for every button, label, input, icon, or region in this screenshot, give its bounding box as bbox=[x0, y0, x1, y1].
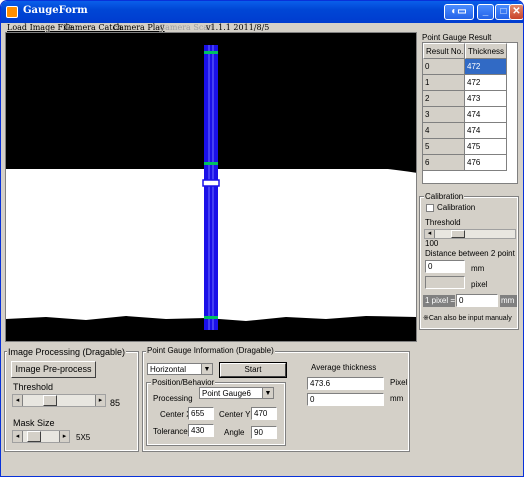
title-bar[interactable]: GaugeForm ◐▭ _ □ ✕ bbox=[1, 1, 523, 23]
table-row-no[interactable]: 6 bbox=[423, 155, 465, 171]
table-row-thickness[interactable]: 475 bbox=[465, 139, 507, 155]
gauge-result-title: Point Gauge Result bbox=[422, 33, 492, 42]
table-row-thickness[interactable]: 476 bbox=[465, 155, 507, 171]
calibration-checkbox-label: Calibration bbox=[437, 203, 476, 212]
image-view[interactable] bbox=[5, 32, 417, 342]
avg-mm-unit: mm bbox=[390, 394, 404, 403]
table-row-no[interactable]: 0 bbox=[423, 59, 465, 75]
avg-thickness-pixel-field[interactable]: 473.6 bbox=[307, 377, 384, 390]
menu-camera-play[interactable]: Camera Play bbox=[113, 23, 165, 32]
distance-input[interactable]: 0 bbox=[425, 260, 465, 273]
calibration-checkbox[interactable] bbox=[426, 204, 434, 212]
pixel-unit-label: pixel bbox=[471, 280, 488, 289]
ip-threshold-value: 85 bbox=[110, 398, 121, 408]
cal-threshold-value: 100 bbox=[425, 239, 439, 248]
pixel-mm-unit: mm bbox=[500, 295, 517, 307]
orientation-value: Horizontal bbox=[150, 365, 187, 374]
slider-left-arrow-icon[interactable]: ◂ bbox=[425, 230, 435, 238]
avg-pixel-unit: Pixel bbox=[390, 378, 408, 387]
cal-threshold-label: Threshold bbox=[425, 218, 461, 227]
pixel-mm-input[interactable]: 0 bbox=[456, 294, 498, 307]
point-gauge-bar bbox=[204, 45, 218, 330]
window-title: GaugeForm bbox=[23, 5, 88, 16]
col-header-thickness[interactable]: Thickness bbox=[465, 43, 507, 59]
slider-thumb[interactable] bbox=[451, 230, 465, 238]
table-row-thickness[interactable]: 474 bbox=[465, 107, 507, 123]
avg-thickness-mm-field[interactable]: 0 bbox=[307, 393, 384, 406]
slider-right-arrow-icon[interactable]: ▸ bbox=[95, 395, 105, 406]
pixel-equals-label: 1 pixel = bbox=[423, 295, 456, 307]
calibration-title: Calibration bbox=[424, 192, 465, 201]
version-label: v1.1.1 2011/8/5 bbox=[206, 23, 270, 32]
image-preprocess-button[interactable]: Image Pre-process bbox=[11, 361, 96, 378]
pixel-distance-field bbox=[425, 276, 465, 289]
gauge-form-window: GaugeForm ◐▭ _ □ ✕ Load Image File Camer… bbox=[0, 0, 524, 477]
chevron-down-icon[interactable]: ▼ bbox=[201, 364, 212, 374]
orientation-select[interactable]: Horizontal ▼ bbox=[147, 363, 213, 375]
col-header-no[interactable]: Result No. bbox=[423, 43, 465, 59]
slider-thumb[interactable] bbox=[27, 431, 41, 442]
chevron-down-icon[interactable]: ▼ bbox=[262, 388, 273, 398]
table-row-thickness[interactable]: 473 bbox=[465, 91, 507, 107]
app-icon bbox=[6, 6, 18, 18]
table-row-no[interactable]: 2 bbox=[423, 91, 465, 107]
centery-label: Center Y bbox=[219, 410, 251, 419]
table-row-thickness[interactable]: 472 bbox=[465, 75, 507, 91]
help-icon[interactable]: ◐▭ bbox=[444, 4, 474, 20]
slider-right-arrow-icon[interactable]: ▸ bbox=[59, 431, 69, 442]
point-gauge-title: Point Gauge Information (Dragable) bbox=[146, 346, 275, 355]
table-row-no[interactable]: 1 bbox=[423, 75, 465, 91]
ip-threshold-slider[interactable]: ◂ ▸ bbox=[12, 394, 106, 407]
processing-value: Point Gauge6 bbox=[202, 389, 251, 398]
distance-label: Distance between 2 point bbox=[425, 249, 515, 258]
slider-left-arrow-icon[interactable]: ◂ bbox=[13, 395, 23, 406]
slider-thumb[interactable] bbox=[43, 395, 57, 406]
tolerance-input[interactable]: 430 bbox=[188, 424, 214, 437]
cal-threshold-slider[interactable]: ◂ bbox=[424, 229, 516, 239]
table-row-thickness[interactable]: 474 bbox=[465, 123, 507, 139]
centerx-input[interactable]: 655 bbox=[188, 407, 214, 420]
distance-unit: mm bbox=[471, 264, 485, 273]
angle-label: Angle bbox=[224, 428, 245, 437]
mask-size-slider[interactable]: ◂ ▸ bbox=[12, 430, 70, 443]
table-row-thickness[interactable]: 472 bbox=[465, 59, 507, 75]
gauge-marker bbox=[204, 51, 218, 54]
angle-input[interactable]: 90 bbox=[251, 426, 277, 439]
tolerance-label: Tolerance bbox=[153, 427, 188, 436]
start-button[interactable]: Start bbox=[219, 362, 287, 378]
position-behavior-title: Position/Behavior bbox=[151, 378, 216, 387]
slider-left-arrow-icon[interactable]: ◂ bbox=[13, 431, 23, 442]
processing-label: Processing bbox=[153, 394, 193, 403]
centery-input[interactable]: 470 bbox=[251, 407, 277, 420]
menu-load-image[interactable]: Load Image File bbox=[7, 23, 73, 32]
gauge-image bbox=[6, 33, 416, 341]
processing-select[interactable]: Point Gauge6 ▼ bbox=[199, 387, 274, 399]
gauge-marker bbox=[204, 316, 218, 319]
image-processing-title: Image Processing (Dragable) bbox=[7, 347, 127, 357]
close-button[interactable]: ✕ bbox=[509, 4, 523, 20]
mask-size-value: 5X5 bbox=[76, 433, 91, 442]
gauge-center-handle bbox=[202, 179, 220, 187]
mask-size-label: Mask Size bbox=[13, 418, 55, 428]
table-row-no[interactable]: 3 bbox=[423, 107, 465, 123]
centerx-label: Center X bbox=[160, 410, 192, 419]
ip-threshold-label: Threshold bbox=[13, 382, 54, 392]
table-row-no[interactable]: 5 bbox=[423, 139, 465, 155]
gauge-result-table[interactable]: Result No. Thickness 0 472 1 472 2 473 3… bbox=[422, 42, 518, 184]
avg-thickness-label: Average thickness bbox=[311, 363, 377, 372]
table-row-no[interactable]: 4 bbox=[423, 123, 465, 139]
gauge-marker bbox=[204, 162, 218, 165]
minimize-button[interactable]: _ bbox=[477, 4, 494, 20]
calibration-note: ※Can also be input manualy bbox=[423, 315, 512, 322]
